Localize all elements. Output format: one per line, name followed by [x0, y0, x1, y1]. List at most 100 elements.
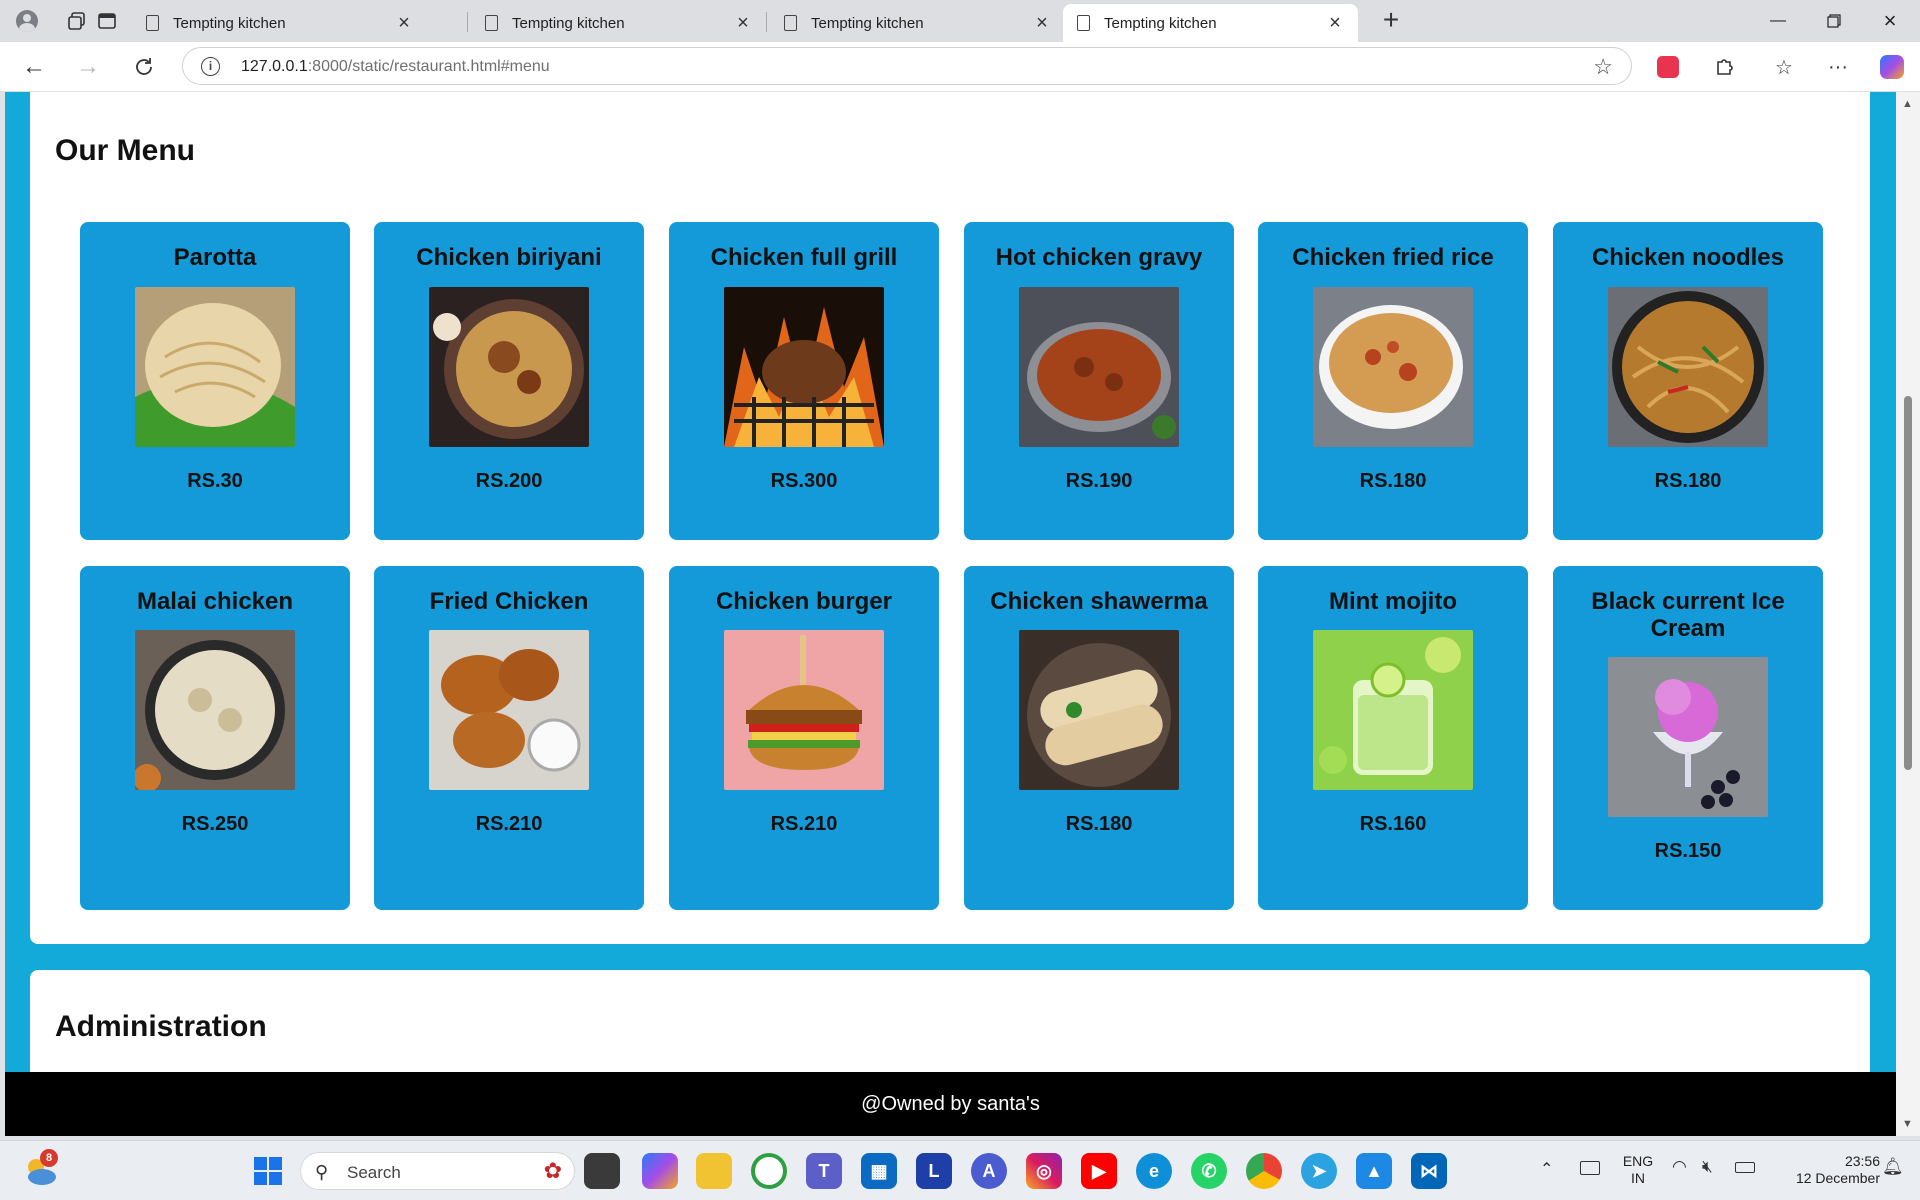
tab-4-active[interactable]: Tempting kitchen × [1063, 4, 1358, 42]
instagram-icon[interactable]: ◎ [1026, 1153, 1062, 1189]
battery-icon[interactable] [1735, 1162, 1755, 1173]
notifications-bell-icon[interactable]: 🔔︎ [1882, 1157, 1904, 1177]
page-icon [1077, 15, 1090, 31]
weather-badge: 8 [40, 1149, 58, 1167]
close-tab-icon[interactable]: × [1326, 12, 1344, 35]
vertical-tabs-icon[interactable] [93, 8, 121, 34]
task-view-icon[interactable] [584, 1153, 620, 1189]
whatsapp-icon[interactable]: ✆ [1191, 1153, 1227, 1189]
l-app-icon[interactable]: L [916, 1153, 952, 1189]
address-bar[interactable]: i 127.0.0.1:8000/static/restaurant.html#… [182, 47, 1632, 85]
administration-section: Administration [30, 970, 1870, 1072]
page-icon [146, 15, 159, 31]
tab-title: Tempting kitchen [173, 14, 286, 32]
menu-item-chicken-fried-rice[interactable]: Chicken fried rice RS.180 [1258, 222, 1528, 540]
close-tab-icon[interactable]: × [734, 12, 752, 35]
search-icon: ⚲ [315, 1162, 329, 1182]
menu-item-price: RS.210 [770, 813, 838, 835]
clock[interactable]: 23:56 12 December [1770, 1153, 1880, 1187]
file-explorer-icon[interactable] [696, 1153, 732, 1189]
page-scrollbar[interactable]: ▲ ▼ [1896, 92, 1920, 1136]
teams-icon[interactable]: T [806, 1153, 842, 1189]
back-button[interactable]: ← [18, 52, 50, 82]
scrollbar-thumb[interactable] [1904, 396, 1912, 770]
menu-item-name: Black current Ice Cream [1591, 588, 1785, 642]
sync-app-icon[interactable] [751, 1153, 787, 1189]
browser-toolbar: ← → i 127.0.0.1:8000/static/restaurant.h… [0, 42, 1920, 92]
chrome-icon[interactable] [1246, 1153, 1282, 1189]
telegram-icon[interactable]: ➤ [1301, 1153, 1337, 1189]
extensions-puzzle-icon[interactable] [1708, 52, 1740, 82]
administration-heading: Administration [55, 1010, 267, 1043]
menu-item-price: RS.180 [1359, 470, 1427, 492]
maximize-button[interactable] [1806, 0, 1862, 42]
menu-item-parotta[interactable]: Parotta RS.30 [80, 222, 350, 540]
menu-item-black-current-ice-cream[interactable]: Black current Ice Cream RS.150 [1553, 566, 1823, 910]
url-text[interactable]: 127.0.0.1:8000/static/restaurant.html#me… [241, 58, 550, 76]
tab-2[interactable]: Tempting kitchen × [471, 4, 766, 42]
menu-item-malai-chicken[interactable]: Malai chicken RS.250 [80, 566, 350, 910]
show-hidden-icons-chevron-icon[interactable]: ⌃ [1540, 1159, 1553, 1179]
site-info-icon[interactable]: i [201, 57, 220, 76]
photos-app-icon[interactable]: ▲ [1356, 1153, 1392, 1189]
weather-widget-icon[interactable]: 8 [22, 1149, 58, 1189]
menu-item-chicken-biriyani[interactable]: Chicken biriyani RS.200 [374, 222, 644, 540]
menu-item-name: Chicken noodles [1591, 244, 1785, 271]
keyboard-icon[interactable] [1580, 1161, 1600, 1175]
page-footer: @Owned by santa's [5, 1072, 1896, 1136]
chicken-noodles-image [1608, 287, 1768, 447]
menu-item-chicken-burger[interactable]: Chicken burger RS.210 [669, 566, 939, 910]
menu-item-price: RS.180 [1654, 470, 1722, 492]
black-current-ice-cream-image [1608, 657, 1768, 817]
copilot-taskbar-icon[interactable] [642, 1153, 678, 1189]
forward-button[interactable]: → [72, 52, 104, 82]
new-tab-button[interactable]: + [1376, 6, 1406, 36]
menu-item-mint-mojito[interactable]: Mint mojito RS.160 [1258, 566, 1528, 910]
chicken-full-grill-image [724, 287, 884, 447]
start-button-icon[interactable] [250, 1153, 286, 1189]
menu-heading: Our Menu [55, 134, 195, 167]
taskbar-search[interactable]: ⚲ Search ✿ [300, 1152, 575, 1190]
favorite-star-icon[interactable]: ☆ [1593, 54, 1613, 80]
browser-tab-strip: Tempting kitchen × Tempting kitchen × Te… [0, 0, 1920, 42]
copilot-icon[interactable] [1876, 52, 1908, 82]
menu-item-chicken-shawerma[interactable]: Chicken shawerma RS.180 [964, 566, 1234, 910]
scroll-up-arrow-icon[interactable]: ▲ [1902, 98, 1913, 110]
more-menu-icon[interactable]: ··· [1822, 52, 1854, 82]
a-app-icon[interactable]: A [971, 1153, 1007, 1189]
profile-avatar-icon[interactable] [12, 7, 42, 35]
menu-item-hot-chicken-gravy[interactable]: Hot chicken gravy RS.190 [964, 222, 1234, 540]
parotta-image [135, 287, 295, 447]
scroll-down-arrow-icon[interactable]: ▼ [1902, 1118, 1913, 1130]
menu-item-name: Chicken biriyani [416, 244, 602, 271]
extension-app-icon[interactable] [1652, 52, 1684, 82]
edge-browser-icon[interactable]: e [1136, 1153, 1172, 1189]
tab-3[interactable]: Tempting kitchen × [770, 4, 1065, 42]
menu-item-chicken-noodles[interactable]: Chicken noodles RS.180 [1553, 222, 1823, 540]
store-icon[interactable]: ▦ [861, 1153, 897, 1189]
menu-item-name: Chicken full grill [710, 244, 898, 271]
minimize-button[interactable]: — [1750, 0, 1806, 42]
close-window-button[interactable]: × [1862, 0, 1918, 42]
youtube-icon[interactable]: ▶ [1081, 1153, 1117, 1189]
wifi-icon[interactable]: ◠ [1672, 1157, 1687, 1177]
menu-item-name: Chicken shawerma [990, 588, 1208, 615]
language-indicator[interactable]: ENG IN [1618, 1153, 1658, 1187]
chicken-biriyani-image [429, 287, 589, 447]
favorites-icon[interactable]: ☆ [1768, 52, 1800, 82]
menu-item-price: RS.160 [1359, 813, 1427, 835]
menu-item-fried-chicken[interactable]: Fried Chicken RS.210 [374, 566, 644, 910]
close-tab-icon[interactable]: × [1033, 12, 1051, 35]
chicken-fried-rice-image [1313, 287, 1473, 447]
tab-1[interactable]: Tempting kitchen × [132, 4, 427, 42]
vscode-icon[interactable]: ⋈ [1411, 1153, 1447, 1189]
close-tab-icon[interactable]: × [395, 12, 413, 35]
workspaces-icon[interactable] [63, 8, 91, 34]
menu-item-price: RS.150 [1654, 840, 1722, 862]
refresh-button[interactable] [128, 52, 160, 82]
menu-item-price: RS.30 [187, 470, 243, 492]
page-viewport: Our Menu Parotta RS.30 Chicken biriyani … [5, 92, 1896, 1072]
tab-title: Tempting kitchen [512, 14, 625, 32]
volume-muted-icon[interactable]: 🔇︎ [1702, 1157, 1713, 1177]
menu-item-chicken-full-grill[interactable]: Chicken full grill RS.300 [669, 222, 939, 540]
